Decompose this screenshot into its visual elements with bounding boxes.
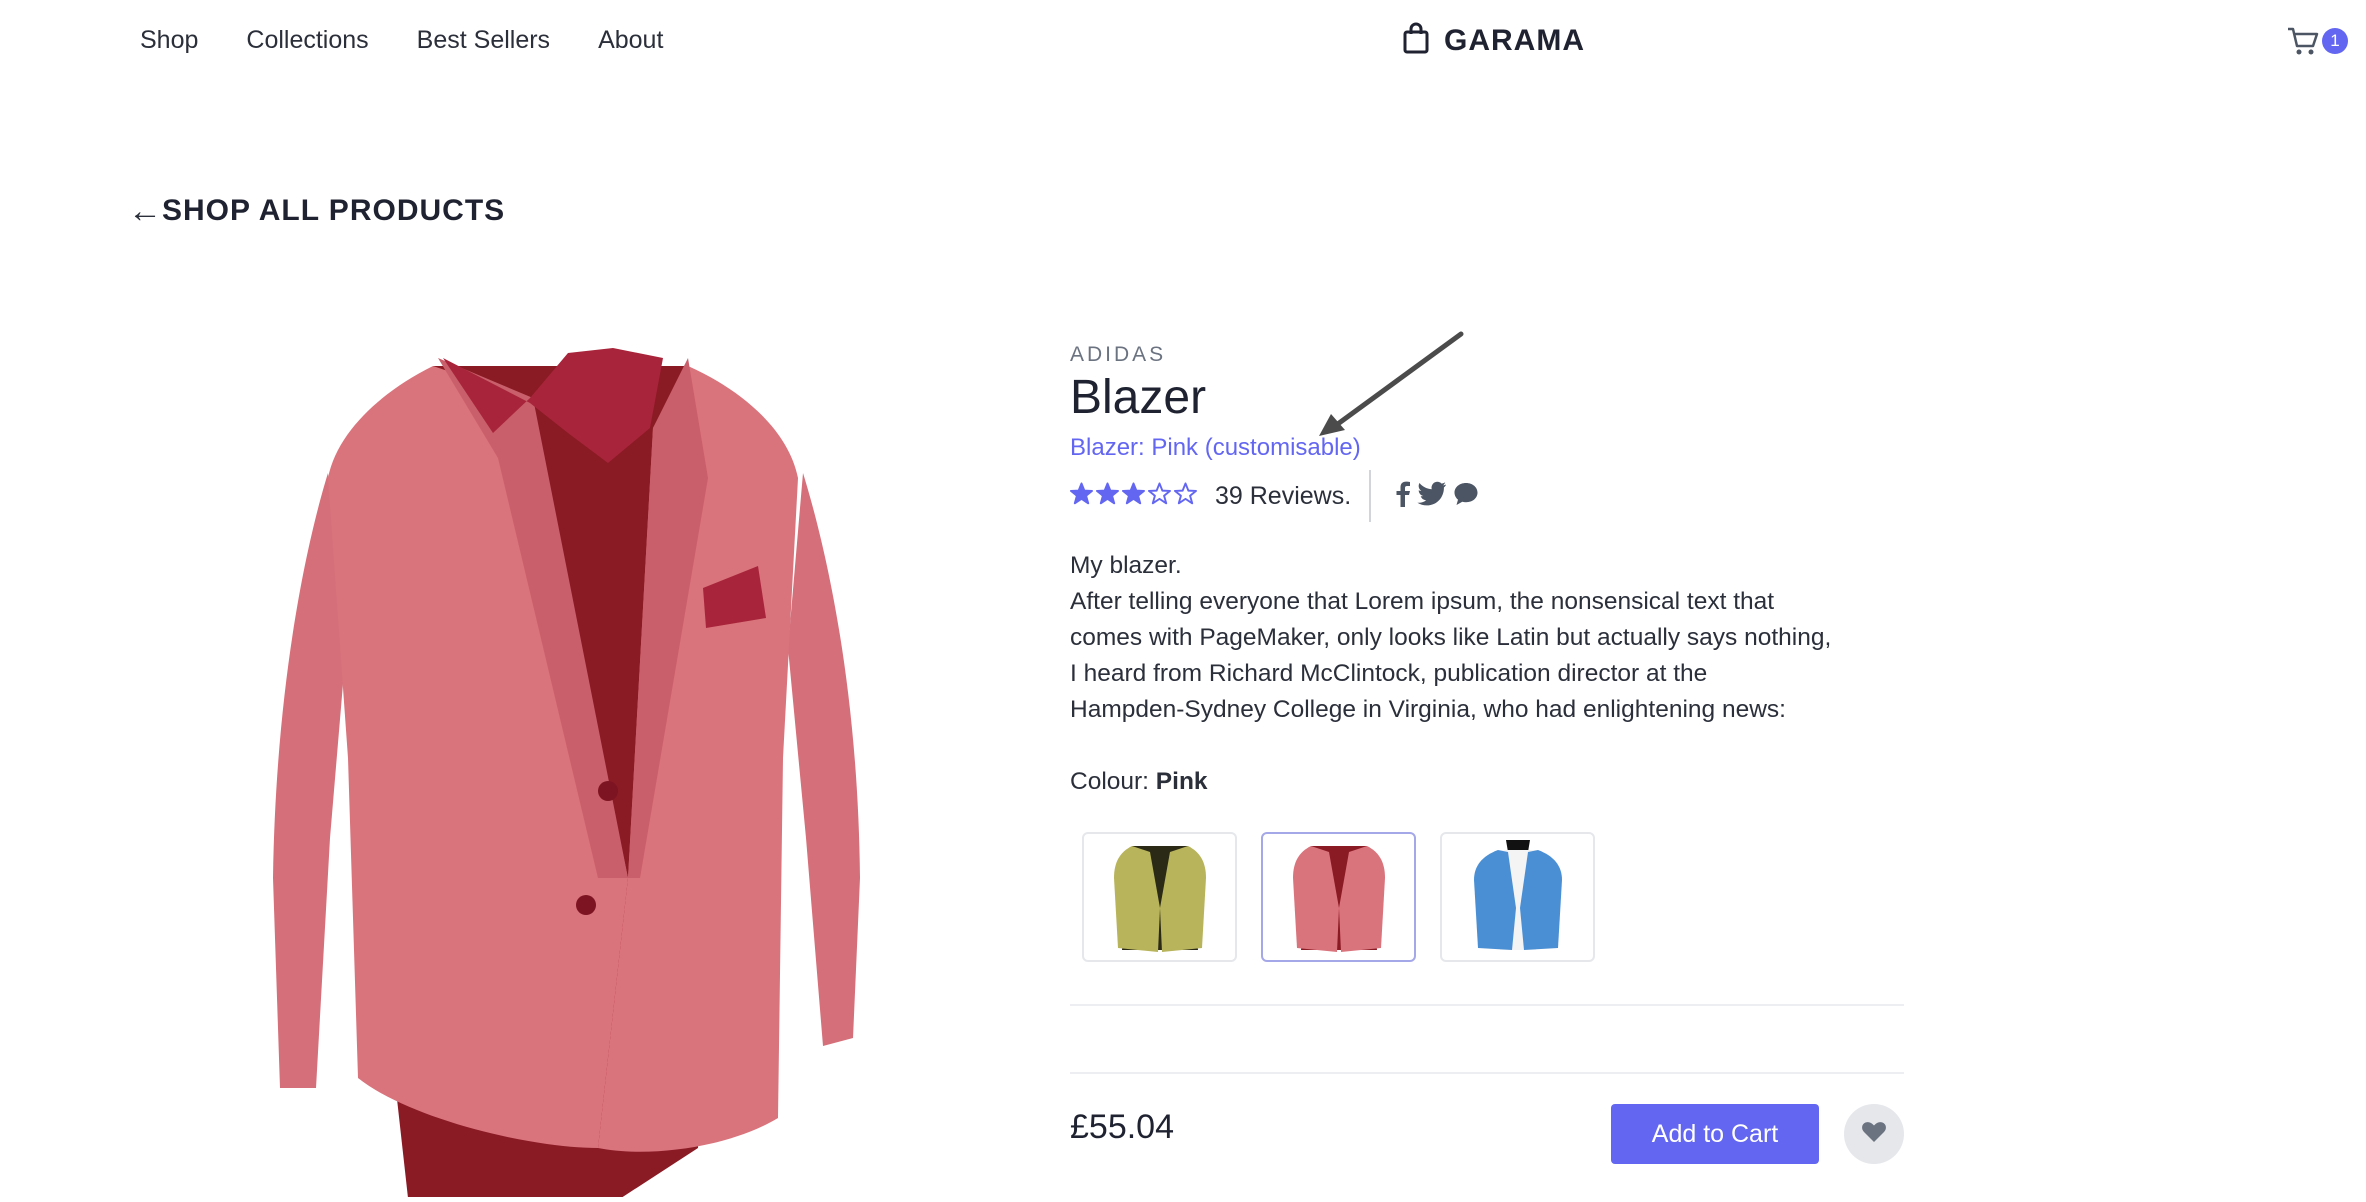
nav-link-about[interactable]: About bbox=[598, 26, 663, 55]
description-line: comes with PageMaker, only looks like La… bbox=[1070, 624, 1832, 651]
top-nav: Shop Collections Best Sellers About GARA… bbox=[0, 0, 2366, 82]
add-to-cart-button[interactable]: Add to Cart bbox=[1611, 1104, 1819, 1164]
description-line: After telling everyone that Lorem ipsum,… bbox=[1070, 588, 1775, 615]
wishlist-button[interactable] bbox=[1844, 1104, 1904, 1164]
product-title: Blazer bbox=[1070, 371, 1207, 424]
colour-label-text: Colour: bbox=[1070, 768, 1156, 795]
reviews-count[interactable]: 39 Reviews. bbox=[1215, 482, 1351, 511]
facebook-icon[interactable] bbox=[1395, 481, 1411, 512]
star-empty-icon bbox=[1174, 482, 1197, 510]
cart-icon bbox=[2286, 26, 2320, 61]
arrow-left-icon: ← bbox=[128, 192, 162, 230]
divider bbox=[1369, 470, 1372, 522]
shopping-bag-icon bbox=[1402, 22, 1430, 59]
rating-row: 39 Reviews. bbox=[1070, 468, 1479, 524]
swatch-pink[interactable] bbox=[1261, 832, 1416, 962]
divider bbox=[1070, 1072, 1904, 1074]
brand-name: GARAMA bbox=[1444, 23, 1585, 57]
annotation-arrow-icon bbox=[1315, 330, 1475, 445]
colour-swatches bbox=[1082, 832, 1595, 962]
social-share bbox=[1395, 481, 1479, 512]
description-line: My blazer. bbox=[1070, 552, 1182, 579]
shop-all-products-link[interactable]: ← SHOP ALL PRODUCTS bbox=[128, 194, 505, 228]
cart-button[interactable]: 1 bbox=[2286, 24, 2356, 58]
nav-link-shop[interactable]: Shop bbox=[140, 26, 198, 55]
star-empty-icon bbox=[1148, 482, 1171, 510]
product-brand: ADIDAS bbox=[1070, 343, 1167, 366]
swatch-olive[interactable] bbox=[1082, 832, 1237, 962]
colour-value: Pink bbox=[1155, 768, 1208, 795]
colour-label: Colour: Pink bbox=[1070, 768, 1208, 796]
star-filled-icon bbox=[1070, 482, 1093, 510]
twitter-icon[interactable] bbox=[1417, 481, 1447, 512]
description-line: I heard from Richard McClintock, publica… bbox=[1070, 660, 1708, 687]
nav-link-best-sellers[interactable]: Best Sellers bbox=[417, 26, 550, 55]
cart-count-badge: 1 bbox=[2322, 28, 2348, 54]
nav-links: Shop Collections Best Sellers About bbox=[140, 26, 663, 55]
brand-logo[interactable]: GARAMA bbox=[1402, 22, 1585, 59]
nav-link-collections[interactable]: Collections bbox=[246, 26, 368, 55]
swatch-blue[interactable] bbox=[1440, 832, 1595, 962]
star-filled-icon bbox=[1096, 482, 1119, 510]
star-rating bbox=[1070, 482, 1197, 510]
product-image bbox=[268, 318, 863, 1202]
heart-icon bbox=[1861, 1120, 1887, 1149]
product-description: My blazer. After telling everyone that L… bbox=[1070, 548, 1902, 728]
product-price: £55.04 bbox=[1070, 1108, 1174, 1146]
chat-bubble-icon[interactable] bbox=[1453, 481, 1479, 512]
description-line: Hampden-Sydney College in Virginia, who … bbox=[1070, 696, 1786, 723]
star-filled-icon bbox=[1122, 482, 1145, 510]
divider bbox=[1070, 1004, 1904, 1006]
back-link-label: SHOP ALL PRODUCTS bbox=[162, 194, 506, 227]
